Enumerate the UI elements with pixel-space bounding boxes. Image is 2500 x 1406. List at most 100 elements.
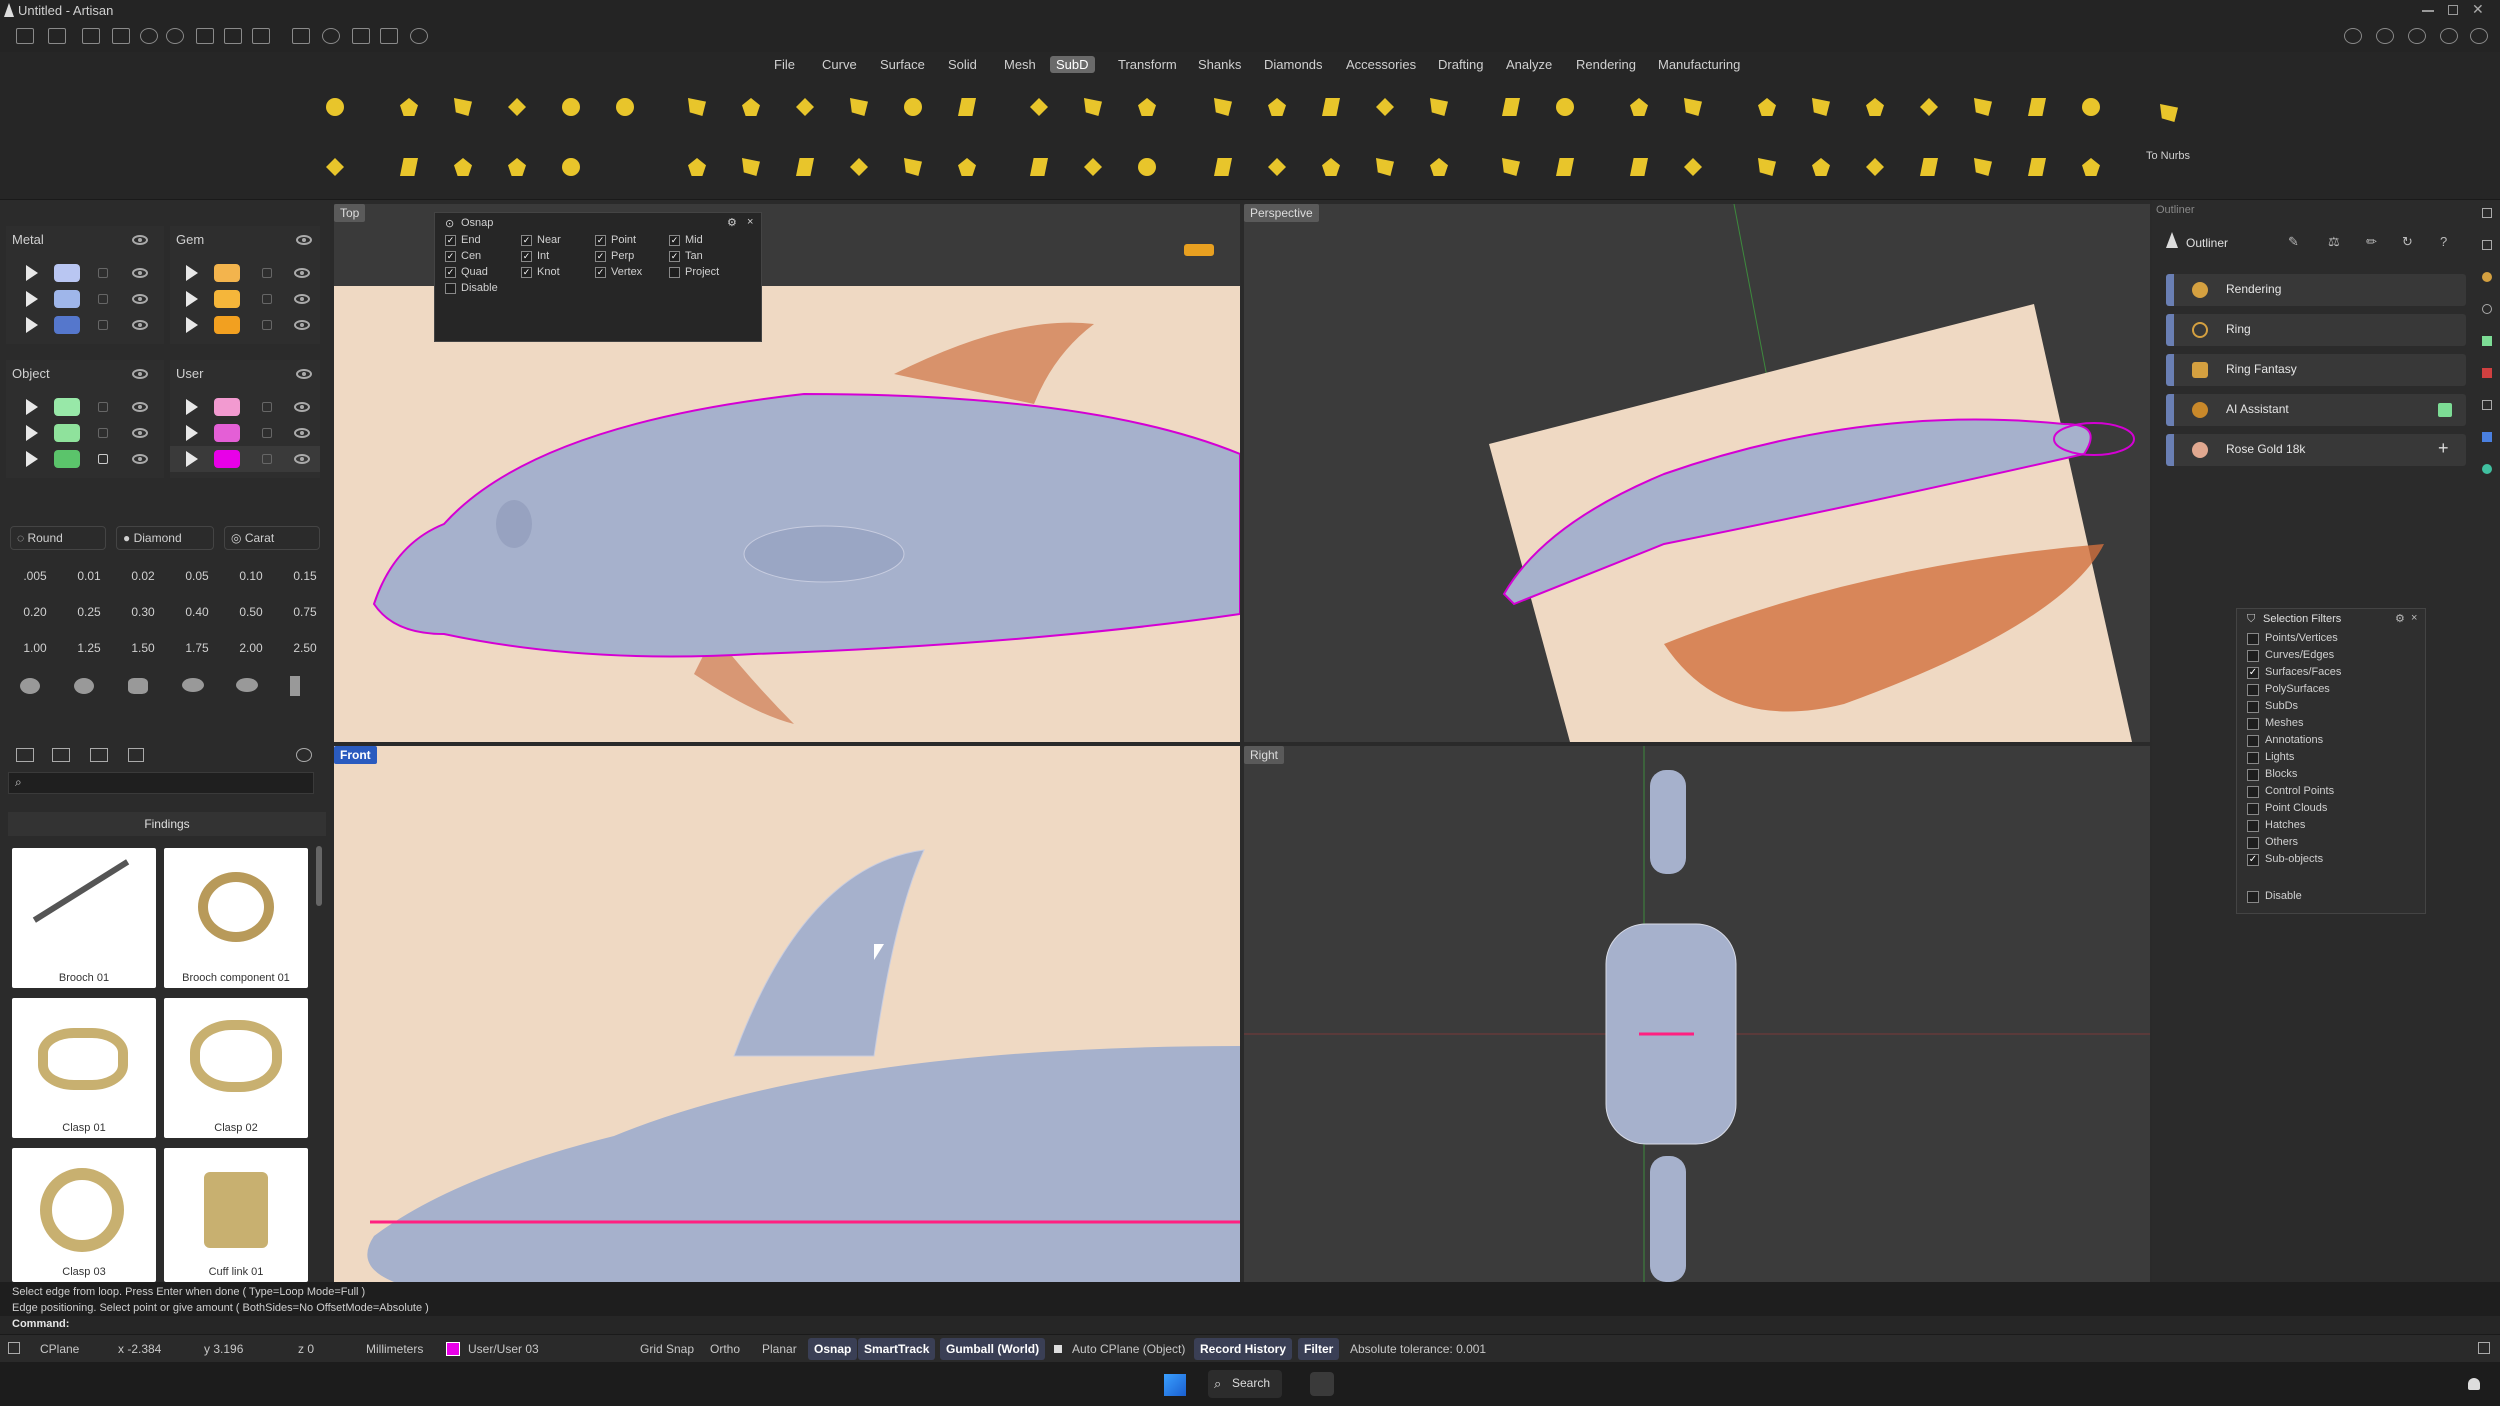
layer-row[interactable] <box>170 260 320 286</box>
layer-row[interactable] <box>6 260 164 286</box>
subd-tool-icon[interactable] <box>1314 150 1348 184</box>
subd-tool-icon[interactable] <box>1858 150 1892 184</box>
oval-cut-icon[interactable] <box>74 678 94 694</box>
visibility-icon[interactable] <box>294 454 310 464</box>
units-label[interactable]: Millimeters <box>366 1342 423 1356</box>
diamond-button[interactable]: ● Diamond <box>116 526 214 550</box>
subd-tool-icon[interactable] <box>1368 90 1402 124</box>
refresh-icon[interactable]: ↻ <box>2402 234 2413 250</box>
layer-color-swatch[interactable] <box>54 398 80 416</box>
gumball-icon[interactable] <box>380 28 398 44</box>
lights-icon[interactable] <box>2482 432 2492 442</box>
subd-tool-icon[interactable] <box>842 150 876 184</box>
finding-item[interactable]: Brooch component 01 <box>164 848 308 988</box>
to-nurbs-label[interactable]: To Nurbs <box>2146 150 2190 162</box>
display-icon[interactable] <box>2482 336 2492 346</box>
diamond-size-button[interactable]: 1.75 <box>172 634 222 662</box>
layer-color-swatch[interactable] <box>214 316 240 334</box>
visibility-icon[interactable] <box>132 454 148 464</box>
play-icon[interactable] <box>186 399 198 415</box>
osnap-checkbox[interactable]: ✓ <box>669 235 680 246</box>
finding-item[interactable]: Clasp 01 <box>12 998 156 1138</box>
play-icon[interactable] <box>26 399 38 415</box>
subd-tool-icon[interactable] <box>1966 90 2000 124</box>
subd-tool-icon[interactable] <box>1422 90 1456 124</box>
osnap-checkbox[interactable]: ✓ <box>595 251 606 262</box>
lock-icon[interactable] <box>98 428 108 438</box>
diamond-size-button[interactable]: 1.50 <box>118 634 168 662</box>
diamond-size-button[interactable]: 0.05 <box>172 562 222 590</box>
visibility-icon[interactable] <box>132 320 148 330</box>
subd-tool-icon[interactable] <box>1022 150 1056 184</box>
transform-icon[interactable] <box>352 28 370 44</box>
subd-tool-icon[interactable] <box>2074 150 2108 184</box>
grid-icon[interactable] <box>128 748 144 762</box>
subd-cone-icon[interactable] <box>446 150 480 184</box>
play-icon[interactable] <box>26 451 38 467</box>
layer-color-swatch[interactable] <box>54 316 80 334</box>
visibility-icon[interactable] <box>294 402 310 412</box>
lock-icon[interactable] <box>98 294 108 304</box>
layer-row[interactable] <box>6 446 164 472</box>
folder-icon[interactable] <box>16 748 34 762</box>
menu-analyze[interactable]: Analyze <box>1500 56 1558 73</box>
subd-sphere-icon[interactable] <box>554 90 588 124</box>
osnap-checkbox[interactable]: ✓ <box>445 251 456 262</box>
library-search-input[interactable]: ⌕ <box>8 772 314 794</box>
help-icon[interactable] <box>2344 28 2362 44</box>
subd-tool-icon[interactable] <box>1130 150 1164 184</box>
diamond-size-button[interactable]: 0.50 <box>226 598 276 626</box>
menu-shanks[interactable]: Shanks <box>1192 56 1247 73</box>
osnap-checkbox[interactable] <box>445 283 456 294</box>
subd-tool-icon[interactable] <box>1260 90 1294 124</box>
viewport-right[interactable]: Right <box>1244 746 2150 1282</box>
maximize-icon[interactable] <box>2448 5 2458 15</box>
library-scrollbar[interactable] <box>316 846 322 906</box>
finding-item[interactable]: Clasp 02 <box>164 998 308 1138</box>
visibility-icon[interactable] <box>296 235 312 245</box>
osnap-checkbox[interactable]: ✓ <box>669 251 680 262</box>
redo-icon[interactable] <box>166 28 184 44</box>
subd-tool-icon[interactable] <box>2020 150 2054 184</box>
subd-ellipsoid-icon[interactable] <box>554 150 588 184</box>
subd-tool-icon[interactable] <box>1676 150 1710 184</box>
close-icon[interactable]: × <box>2411 612 2417 624</box>
menu-file[interactable]: File <box>768 56 801 73</box>
layer-color-swatch[interactable] <box>214 424 240 442</box>
taskbar-search[interactable]: ⌕ Search <box>1208 1370 1282 1398</box>
visibility-icon[interactable] <box>132 402 148 412</box>
subd-cylinder-icon[interactable] <box>392 150 426 184</box>
gumball-toggle[interactable]: Gumball (World) <box>940 1338 1046 1360</box>
materials-icon[interactable] <box>2482 272 2492 282</box>
snapshot-icon[interactable] <box>322 28 340 44</box>
layer-row[interactable] <box>170 312 320 338</box>
marquise-cut-icon[interactable] <box>182 678 204 692</box>
start-icon[interactable] <box>1164 1374 1186 1396</box>
outliner-item-rose-gold[interactable]: Rose Gold 18k + <box>2166 434 2466 466</box>
finding-item[interactable]: Cuff link 01 <box>164 1148 308 1282</box>
subd-tool-icon[interactable] <box>1912 90 1946 124</box>
menu-manufacturing[interactable]: Manufacturing <box>1652 56 1746 73</box>
subd-box-icon[interactable] <box>500 90 534 124</box>
subd-tool-icon[interactable] <box>734 90 768 124</box>
subd-tool-icon[interactable] <box>2020 90 2054 124</box>
render-icon[interactable] <box>2482 368 2492 378</box>
subd-torus-icon[interactable] <box>608 90 642 124</box>
osnap-checkbox[interactable] <box>669 267 680 278</box>
lock-icon[interactable] <box>98 454 108 464</box>
play-icon[interactable] <box>26 317 38 333</box>
save-icon[interactable] <box>196 28 214 44</box>
play-icon[interactable] <box>26 291 38 307</box>
properties-icon[interactable] <box>2482 304 2492 314</box>
layer-color-swatch[interactable] <box>214 290 240 308</box>
measure-icon[interactable] <box>292 28 310 44</box>
subd-tool-icon[interactable] <box>1912 150 1946 184</box>
subd-tool-icon[interactable] <box>1314 90 1348 124</box>
finding-item[interactable]: Brooch 01 <box>12 848 156 988</box>
question-icon[interactable] <box>2440 28 2458 44</box>
subd-tool-icon[interactable] <box>2074 90 2108 124</box>
subd-tool-icon[interactable] <box>1130 90 1164 124</box>
subd-tool-icon[interactable] <box>1260 150 1294 184</box>
filter-checkbox[interactable] <box>2247 735 2259 747</box>
panel-toggle-icon[interactable] <box>8 1342 20 1354</box>
